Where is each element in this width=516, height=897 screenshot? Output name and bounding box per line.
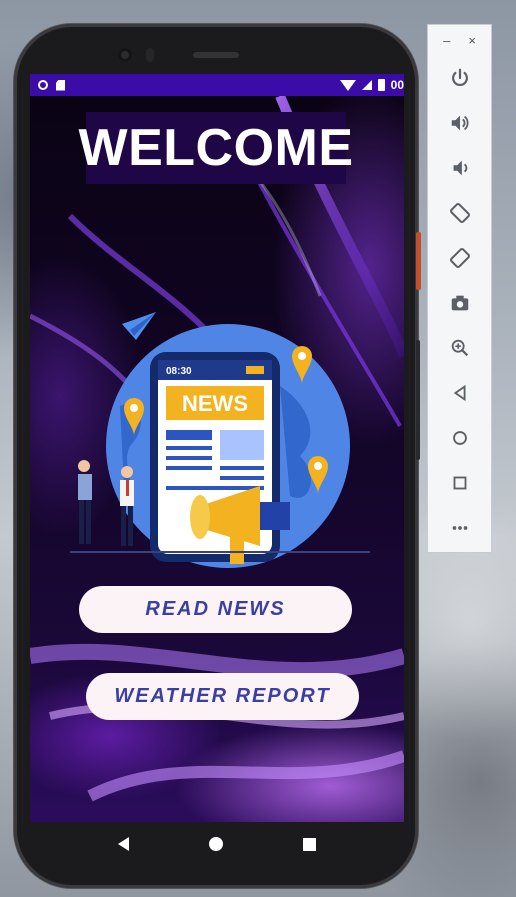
close-button[interactable]: × bbox=[468, 33, 476, 53]
proximity-sensor bbox=[146, 48, 154, 62]
rotate-left-icon[interactable] bbox=[448, 201, 472, 225]
phone-screen: 00 WELCOME 08:30 NEWS READ NEWS WEATHER … bbox=[30, 74, 404, 822]
person-figure bbox=[78, 460, 90, 472]
emulator-control-panel: – × bbox=[427, 24, 492, 553]
phone-clock: 08:30 bbox=[166, 366, 192, 377]
zoom-icon[interactable] bbox=[448, 336, 472, 360]
phone-volume-rocker[interactable] bbox=[416, 340, 420, 460]
sync-icon bbox=[38, 80, 48, 90]
welcome-title: WELCOME bbox=[78, 112, 353, 184]
phone-power-button[interactable] bbox=[416, 232, 421, 290]
back-icon[interactable] bbox=[448, 381, 472, 405]
home-icon[interactable] bbox=[448, 426, 472, 450]
nav-back-icon[interactable] bbox=[118, 837, 129, 851]
sd-card-icon bbox=[56, 79, 65, 91]
nav-recents-icon[interactable] bbox=[303, 837, 316, 851]
status-bar: 00 bbox=[30, 74, 404, 96]
read-news-button[interactable]: READ NEWS bbox=[79, 586, 352, 633]
battery-icon bbox=[377, 79, 385, 91]
more-icon[interactable] bbox=[448, 516, 472, 540]
volume-up-icon[interactable] bbox=[448, 111, 472, 135]
nav-home-icon[interactable] bbox=[209, 837, 223, 851]
rotate-right-icon[interactable] bbox=[448, 246, 472, 270]
person-figure bbox=[121, 466, 133, 478]
weather-report-button[interactable]: WEATHER REPORT bbox=[86, 673, 359, 720]
earpiece-speaker bbox=[193, 52, 239, 58]
power-icon[interactable] bbox=[448, 66, 472, 90]
signal-icon bbox=[361, 80, 372, 90]
news-banner: NEWS bbox=[182, 391, 248, 416]
volume-down-icon[interactable] bbox=[448, 156, 472, 180]
camera-icon[interactable] bbox=[448, 291, 472, 315]
navigation-bar bbox=[30, 822, 404, 866]
news-illustration: 08:30 NEWS bbox=[70, 312, 370, 568]
minimize-button[interactable]: – bbox=[443, 33, 450, 53]
wifi-icon bbox=[339, 79, 356, 91]
front-camera-icon bbox=[118, 48, 132, 62]
app-background: WELCOME 08:30 NEWS READ NEWS WEATHER REP… bbox=[30, 96, 404, 822]
overview-icon[interactable] bbox=[448, 471, 472, 495]
status-time: 00 bbox=[390, 78, 404, 92]
